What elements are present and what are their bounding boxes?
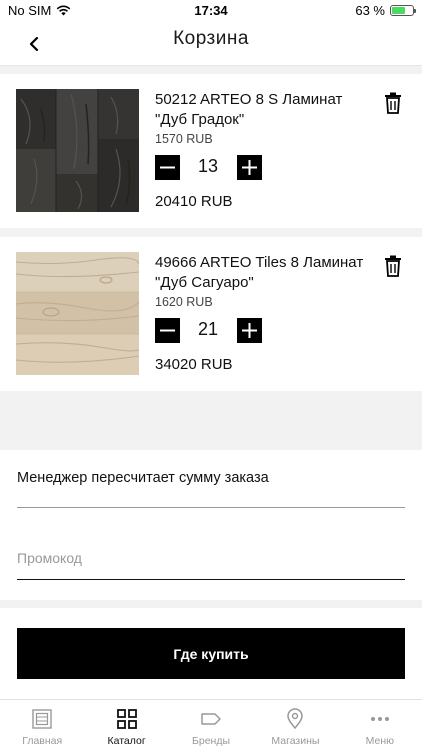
quantity-value: 21 (197, 319, 219, 339)
more-dots-icon (370, 717, 389, 721)
status-bar: No SIM 17:34 63 % (0, 0, 422, 22)
product-name[interactable]: 49666 ARTEO Tiles 8 Ламинат "Дуб Сагуаро… (155, 253, 375, 293)
decrease-quantity-button[interactable] (155, 155, 180, 180)
delete-item-button[interactable] (384, 92, 402, 114)
plus-icon (242, 160, 257, 175)
decrease-quantity-button[interactable] (155, 318, 180, 343)
battery-icon (390, 5, 416, 16)
delete-item-button[interactable] (384, 255, 402, 277)
grid-icon (116, 709, 137, 729)
tab-catalog[interactable]: Каталог (84, 700, 168, 750)
battery-percent: 63 % (355, 3, 385, 18)
manager-note: Менеджер пересчитает сумму заказа (17, 470, 269, 486)
increase-quantity-button[interactable] (237, 155, 262, 180)
tab-label: Бренды (191, 735, 231, 747)
home-pattern-icon (32, 709, 52, 729)
map-pin-icon (287, 708, 304, 730)
plus-icon (242, 323, 257, 338)
cart-item: 50212 ARTEO 8 S Ламинат "Дуб Градок" 157… (0, 74, 422, 228)
tab-label: Меню (365, 735, 395, 747)
tag-icon (201, 713, 221, 725)
tab-label: Магазины (271, 735, 320, 747)
buy-section: Где купить (0, 608, 422, 700)
trash-icon (385, 92, 401, 114)
nav-header: Корзина (0, 22, 422, 66)
product-image[interactable] (16, 252, 139, 375)
promo-underline (17, 579, 405, 580)
divider (17, 507, 405, 508)
tab-label: Каталог (107, 735, 146, 747)
product-image[interactable] (16, 89, 139, 212)
order-form: Менеджер пересчитает сумму заказа (0, 450, 422, 600)
cart-item: 49666 ARTEO Tiles 8 Ламинат "Дуб Сагуаро… (0, 237, 422, 391)
minus-icon (160, 329, 175, 332)
promo-code-input[interactable] (17, 540, 405, 576)
where-to-buy-button[interactable]: Где купить (17, 628, 405, 679)
minus-icon (160, 166, 175, 169)
increase-quantity-button[interactable] (237, 318, 262, 343)
trash-icon (385, 255, 401, 277)
quantity-value: 13 (197, 156, 219, 176)
tab-label: Главная (22, 735, 63, 747)
status-right: 63 % (355, 3, 416, 18)
unit-price: 1570 RUB (155, 132, 213, 146)
tab-bar: Главная Каталог Бренды Магазины Меню (0, 699, 422, 750)
page-title: Корзина (173, 28, 249, 49)
battery-fill (392, 7, 405, 14)
tab-menu[interactable]: Меню (338, 700, 422, 750)
unit-price: 1620 RUB (155, 295, 213, 309)
tab-stores[interactable]: Магазины (253, 700, 337, 750)
tab-brands[interactable]: Бренды (169, 700, 253, 750)
item-total: 20410 RUB (155, 193, 233, 210)
product-name[interactable]: 50212 ARTEO 8 S Ламинат "Дуб Градок" (155, 90, 375, 130)
tab-home[interactable]: Главная (0, 700, 84, 750)
item-total: 34020 RUB (155, 356, 233, 373)
